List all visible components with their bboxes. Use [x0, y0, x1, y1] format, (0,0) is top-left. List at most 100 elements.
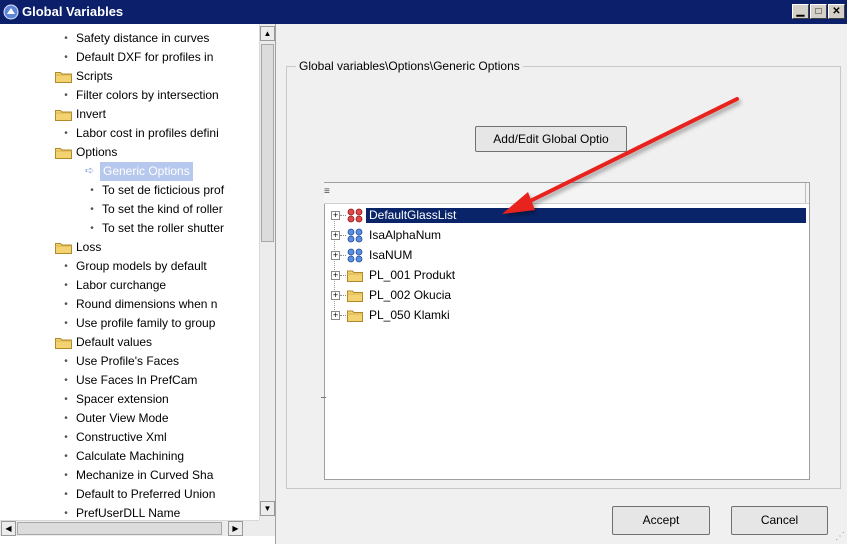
expand-icon[interactable]: +	[331, 231, 340, 240]
folder-icon	[55, 241, 72, 254]
global-option-row[interactable]: + PL_002 Okucia	[330, 286, 808, 305]
bullet-icon: •	[90, 185, 94, 196]
tree-row-label: Mechanize in Curved Sha	[76, 468, 214, 482]
bullet-icon: •	[64, 394, 68, 405]
expand-icon[interactable]: +	[331, 311, 340, 320]
bullet-icon: •	[64, 375, 68, 386]
tree-connector	[340, 275, 346, 276]
tree-row[interactable]: • Constructive Xml	[0, 428, 258, 447]
chevron-down-icon: ▼	[263, 504, 272, 513]
bullet-icon: •	[64, 261, 68, 272]
maximize-icon: □	[815, 5, 822, 17]
tree-row-label: Calculate Machining	[76, 449, 185, 463]
tree-row-label: To set the kind of roller	[102, 202, 223, 216]
minimize-button[interactable]: ▁	[792, 4, 809, 19]
tree-row[interactable]: • To set de ficticious prof	[0, 181, 258, 200]
global-option-row[interactable]: + IsaNUM	[330, 246, 808, 265]
bullet-icon: •	[64, 90, 68, 101]
tree-row[interactable]: • Filter colors by intersection	[0, 86, 258, 105]
tree-row-label: Group models by default	[76, 259, 207, 273]
scroll-up-button[interactable]: ▲	[260, 26, 275, 41]
tree-row[interactable]: • Labor curchange	[0, 276, 258, 295]
tree-row-label: Default DXF for profiles in	[76, 50, 214, 64]
scroll-down-button[interactable]: ▼	[260, 501, 275, 516]
tree-row-label: Default to Preferred Union	[76, 487, 216, 501]
tree-row[interactable]: • Use Faces In PrefCam	[0, 371, 258, 390]
scroll-right-button[interactable]: ▶	[228, 521, 243, 536]
variables-tree[interactable]: • Safety distance in curves • Default DXF f…	[0, 24, 276, 544]
tree-row[interactable]: • Safety distance in curves	[0, 29, 258, 48]
bullet-icon: •	[64, 489, 68, 500]
folder-icon	[55, 70, 72, 83]
tree-row[interactable]: • Round dimensions when n	[0, 295, 258, 314]
global-option-row[interactable]: + IsaAlphaNum	[330, 226, 808, 245]
tree-row[interactable]: • Spacer extension	[0, 390, 258, 409]
global-option-label: PL_001 Produkt	[369, 268, 456, 282]
close-button[interactable]: ✕	[828, 4, 845, 19]
tree-row[interactable]: • Outer View Mode	[0, 409, 258, 428]
tree-row[interactable]: ➪ Generic Options	[0, 162, 258, 181]
global-option-label: IsaNUM	[369, 248, 413, 262]
expand-icon[interactable]: +	[331, 211, 340, 220]
tree-row[interactable]: • Default DXF for profiles in	[0, 48, 258, 67]
tree-row[interactable]: • Default to Preferred Union	[0, 485, 258, 504]
bullet-icon: •	[64, 299, 68, 310]
tree-row-label: To set de ficticious prof	[102, 183, 225, 197]
bullet-icon: •	[64, 52, 68, 63]
expand-icon[interactable]: +	[331, 271, 340, 280]
tree-row[interactable]: • Labor cost in profiles defini	[0, 124, 258, 143]
tree-row[interactable]: • Mechanize in Curved Sha	[0, 466, 258, 485]
add-edit-global-option-button[interactable]: Add/Edit Global Optio	[475, 126, 627, 152]
tree-row[interactable]: Invert	[0, 105, 258, 124]
tree-row[interactable]: • Use Profile's Faces	[0, 352, 258, 371]
expand-icon[interactable]: +	[331, 291, 340, 300]
global-option-row[interactable]: + PL_050 Klamki	[330, 306, 808, 325]
tree-connector	[340, 295, 346, 296]
arrow-right-icon: ➪	[85, 165, 95, 177]
tree-row-label: Safety distance in curves	[76, 31, 210, 45]
folder-icon	[347, 308, 363, 323]
expand-icon[interactable]: +	[331, 251, 340, 260]
global-option-row[interactable]: + DefaultGlassList	[330, 206, 808, 225]
blue-variable-icon	[347, 228, 363, 243]
resize-grip-icon[interactable]: ⋰	[835, 531, 845, 542]
bullet-icon: •	[64, 451, 68, 462]
folder-icon	[55, 146, 72, 159]
tree-horizontal-scrollbar[interactable]: ◀ ▶	[0, 520, 259, 536]
tree-connector	[340, 235, 346, 236]
scroll-left-button[interactable]: ◀	[1, 521, 16, 536]
global-option-row[interactable]: + PL_001 Produkt	[330, 266, 808, 285]
tree-row-label: Filter colors by intersection	[76, 88, 219, 102]
cancel-button[interactable]: Cancel	[731, 506, 828, 535]
folder-icon	[55, 336, 72, 349]
tree-row[interactable]: Loss	[0, 238, 258, 257]
global-option-label: DefaultGlassList	[366, 208, 806, 223]
chevron-right-icon: ▶	[232, 524, 239, 533]
tree-row[interactable]: • To set the roller shutter	[0, 219, 258, 238]
tree-connector	[340, 215, 346, 216]
tree-row-label: Labor cost in profiles defini	[76, 126, 219, 140]
vertical-scroll-thumb[interactable]	[261, 44, 274, 242]
tree-row-label: Default values	[76, 335, 153, 349]
tree-row-label: Use Faces In PrefCam	[76, 373, 198, 387]
title-bar[interactable]: Global Variables ▁ □ ✕	[0, 0, 847, 24]
folder-icon	[55, 108, 72, 121]
tree-row-label: Labor curchange	[76, 278, 167, 292]
tree-row[interactable]: Scripts	[0, 67, 258, 86]
global-option-label: PL_002 Okucia	[369, 288, 452, 302]
tree-row-label: Spacer extension	[76, 392, 169, 406]
tree-row[interactable]: • Calculate Machining	[0, 447, 258, 466]
global-option-label: PL_050 Klamki	[369, 308, 450, 322]
tree-row[interactable]: • Group models by default	[0, 257, 258, 276]
global-options-header: ≡	[324, 183, 809, 204]
minimize-icon: ▁	[796, 5, 805, 17]
tree-list: • Safety distance in curves • Default DXF f…	[0, 29, 258, 523]
tree-row[interactable]: Options	[0, 143, 258, 162]
tree-row[interactable]: • Use profile family to group	[0, 314, 258, 333]
horizontal-scroll-thumb[interactable]	[17, 522, 222, 535]
tree-row[interactable]: Default values	[0, 333, 258, 352]
tree-vertical-scrollbar[interactable]: ▲ ▼	[259, 24, 275, 520]
tree-row[interactable]: • To set the kind of roller	[0, 200, 258, 219]
maximize-button[interactable]: □	[810, 4, 827, 19]
accept-button[interactable]: Accept	[612, 506, 710, 535]
